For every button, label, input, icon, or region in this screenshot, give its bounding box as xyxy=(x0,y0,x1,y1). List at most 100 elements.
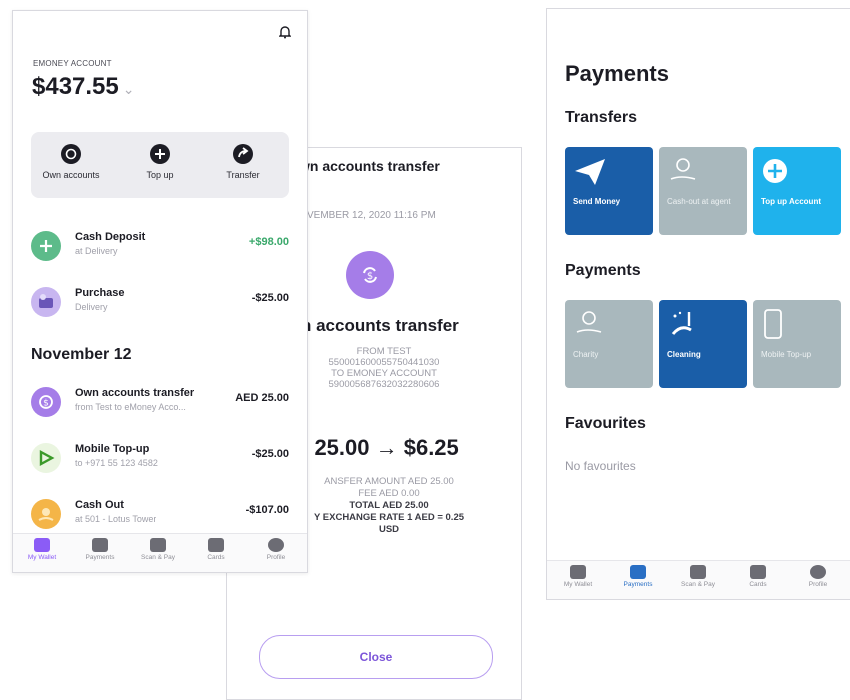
nav-cards[interactable]: Cards xyxy=(733,565,783,588)
bottom-nav: My Wallet Payments Scan & Pay Cards Prof… xyxy=(13,533,307,572)
balance-amount: $437.55 xyxy=(32,73,119,100)
arrow-icon xyxy=(233,144,253,164)
profile-icon xyxy=(810,565,826,579)
hand-coin-icon xyxy=(670,158,696,180)
transaction-amount: AED 25.00 xyxy=(235,392,289,404)
quick-action-label: Transfer xyxy=(226,170,260,180)
transfers-heading: Transfers xyxy=(565,109,638,126)
qr-code-icon xyxy=(150,538,166,552)
svg-text:$: $ xyxy=(367,271,373,282)
nav-profile[interactable]: Profile xyxy=(793,565,843,588)
cleaning-icon xyxy=(671,311,692,335)
plus-circle-icon xyxy=(763,159,787,183)
balance[interactable]: $437.55 ⌄ xyxy=(32,73,135,101)
mobile-top-up-tile[interactable]: Mobile Top-up xyxy=(753,300,841,388)
bell-icon[interactable] xyxy=(278,25,292,44)
nav-profile[interactable]: Profile xyxy=(251,538,301,561)
paper-plane-icon xyxy=(575,159,605,185)
transfer-button[interactable]: Transfer xyxy=(203,144,283,180)
card-icon xyxy=(750,565,766,579)
nav-label: Profile xyxy=(266,554,286,561)
plus-circle-icon xyxy=(31,231,61,261)
chevron-down-icon: ⌄ xyxy=(122,81,135,97)
transaction-name: Purchase xyxy=(75,287,125,299)
send-money-tile[interactable]: Send Money xyxy=(565,147,653,235)
wallet-screen: EMONEY ACCOUNT $437.55 ⌄ Own accounts Top… xyxy=(12,10,308,573)
receipt-date: VEMBER 12, 2020 11:16 PM xyxy=(307,210,436,221)
wallet-icon xyxy=(34,538,50,552)
swap-icon xyxy=(61,144,81,164)
nav-label: Cards xyxy=(749,581,767,588)
nav-label: My Wallet xyxy=(563,581,593,588)
transaction-amount: -$107.00 xyxy=(245,504,289,516)
nav-payments[interactable]: Payments xyxy=(75,538,125,561)
payments-icon xyxy=(630,565,646,579)
nav-payments[interactable]: Payments xyxy=(613,565,663,588)
mobile-operator-icon xyxy=(31,443,61,473)
nav-my-wallet[interactable]: My Wallet xyxy=(553,565,603,588)
receipt-account-lines: FROM TEST 5500016000557504410​30 TO EMON… xyxy=(299,346,469,390)
nav-label: Profile xyxy=(808,581,828,588)
transaction-name: Cash Out xyxy=(75,499,124,511)
transaction-row[interactable]: Cash Deposit at Delivery +$98.00 xyxy=(31,227,293,271)
charity-hand-icon xyxy=(576,311,602,333)
tile-label: Charity xyxy=(573,350,599,359)
section-date: November 12 xyxy=(31,346,132,363)
nav-scan-pay[interactable]: Scan & Pay xyxy=(673,565,723,588)
wallet-icon xyxy=(570,565,586,579)
transaction-row[interactable]: Purchase Delivery -$25.00 xyxy=(31,283,293,327)
nav-cards[interactable]: Cards xyxy=(191,538,241,561)
top-up-button[interactable]: Top up xyxy=(120,144,200,180)
favourites-heading: Favourites xyxy=(565,415,646,432)
nav-label: My Wallet xyxy=(27,554,57,561)
card-icon xyxy=(208,538,224,552)
transaction-row[interactable]: Mobile Top-up to +971 55 123 4582 -$25.0… xyxy=(31,439,293,483)
receipt-line: 59000568763203228060​6 xyxy=(328,379,440,390)
account-label: EMONEY ACCOUNT xyxy=(33,59,112,68)
receipt-line: TO EMONEY ACCOUNT xyxy=(331,368,437,379)
nav-label: Payments xyxy=(85,554,115,561)
transaction-name: Mobile Top-up xyxy=(75,443,150,455)
transaction-sub: at 501 - Lotus Tower xyxy=(75,514,157,524)
tile-label: Cash-out at agent xyxy=(667,197,731,206)
transaction-amount: +$98.00 xyxy=(248,236,289,248)
receipt-amount: ) 25.00 → $6.25 xyxy=(301,435,459,460)
transaction-amount: -$25.00 xyxy=(251,448,289,460)
nav-label: Scan & Pay xyxy=(141,554,175,561)
receipt-line: FROM TEST xyxy=(356,346,412,357)
own-accounts-button[interactable]: Own accounts xyxy=(31,144,111,180)
top-up-account-tile[interactable]: Top up Account xyxy=(753,147,841,235)
summary-rate-unit: USD xyxy=(378,524,400,535)
nav-label: Scan & Pay xyxy=(681,581,715,588)
transaction-name: Own accounts transfer xyxy=(75,387,195,399)
transaction-sub: at Delivery xyxy=(75,246,118,256)
payments-icon xyxy=(92,538,108,552)
nav-my-wallet[interactable]: My Wallet xyxy=(17,538,67,561)
transfer-circle-icon: $ xyxy=(31,387,61,417)
tile-label: Mobile Top-up xyxy=(761,350,812,359)
profile-icon xyxy=(268,538,284,552)
charity-tile[interactable]: Charity xyxy=(565,300,653,388)
summary-line: FEE AED 0.00 xyxy=(358,488,420,499)
quick-action-label: Top up xyxy=(146,170,174,180)
transaction-sub: from Test to eMoney Acco... xyxy=(75,402,186,412)
transfer-badge-icon: $ xyxy=(346,251,394,299)
transaction-row[interactable]: $ Own accounts transfer from Test to eMo… xyxy=(31,383,293,427)
transaction-name: Cash Deposit xyxy=(75,231,146,243)
transaction-sub: to +971 55 123 4582 xyxy=(75,458,158,468)
receipt-title: wn accounts transfer xyxy=(299,158,440,174)
transaction-amount: -$25.00 xyxy=(251,292,289,304)
summary-rate: Y EXCHANGE RATE 1 AED = 0.25 xyxy=(313,512,465,523)
nav-label: Payments xyxy=(623,581,653,588)
bottom-nav: My Wallet Payments Scan & Pay Cards Prof… xyxy=(547,560,850,599)
close-button[interactable]: Close xyxy=(259,635,493,679)
payments-screen: Payments Transfers Send Money Cash-out a… xyxy=(546,8,850,600)
quick-action-label: Own accounts xyxy=(42,170,100,180)
cleaning-tile[interactable]: Cleaning xyxy=(659,300,747,388)
purchase-icon xyxy=(31,287,61,317)
qr-code-icon xyxy=(690,565,706,579)
receipt-heading: n accounts transfer xyxy=(301,316,459,335)
transaction-sub: Delivery xyxy=(75,302,108,312)
nav-scan-pay[interactable]: Scan & Pay xyxy=(133,538,183,561)
cash-out-agent-tile[interactable]: Cash-out at agent xyxy=(659,147,747,235)
